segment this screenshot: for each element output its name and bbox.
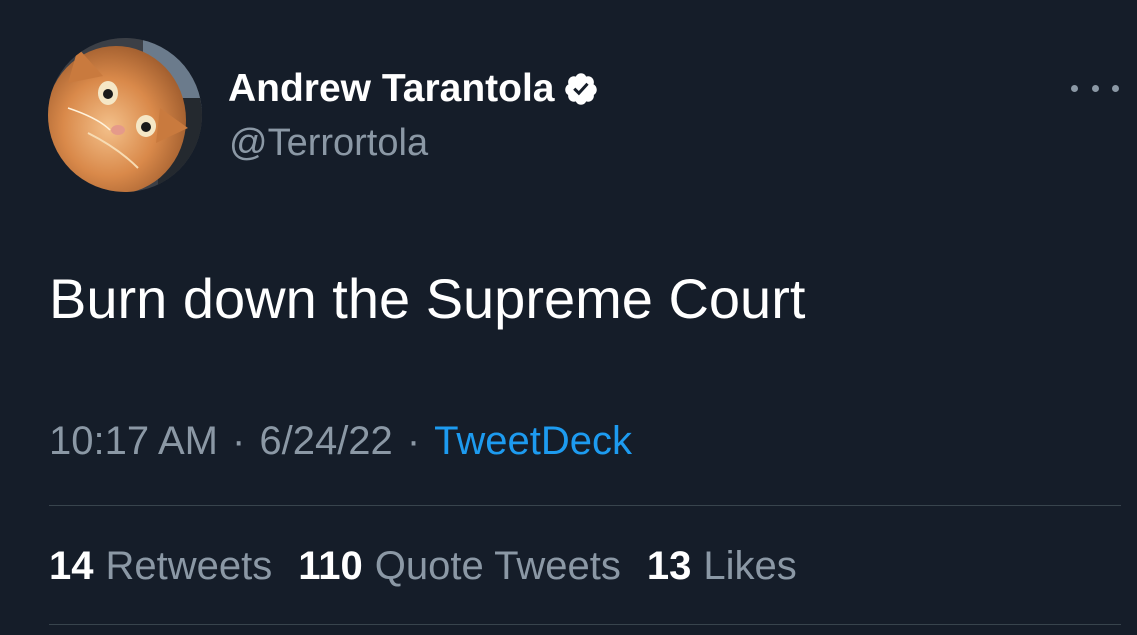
- author-name-row[interactable]: Andrew Tarantola: [228, 66, 599, 112]
- tweet-date[interactable]: 6/24/22: [259, 419, 392, 463]
- more-dot: [1112, 84, 1119, 92]
- orange-cat-avatar-icon: [48, 38, 202, 192]
- tweet-text: Burn down the Supreme Court: [49, 267, 806, 330]
- retweets-label: Retweets: [105, 544, 273, 588]
- likes-label: Likes: [703, 544, 797, 588]
- meta-separator: ·: [406, 419, 421, 463]
- divider: [49, 624, 1121, 625]
- quote-tweets-count: 110: [298, 544, 363, 588]
- quote-tweets-stat[interactable]: 110 Quote Tweets: [298, 542, 621, 590]
- likes-stat[interactable]: 13 Likes: [647, 542, 797, 590]
- more-dot: [1071, 84, 1078, 92]
- more-options-icon[interactable]: [1071, 78, 1119, 98]
- author-name[interactable]: Andrew Tarantola: [228, 66, 555, 112]
- likes-count: 13: [646, 544, 692, 588]
- tweet-stats: 14 Retweets 110 Quote Tweets 13 Likes: [49, 542, 823, 590]
- more-dot: [1091, 84, 1099, 92]
- tweet-source-link[interactable]: TweetDeck: [434, 419, 632, 463]
- meta-separator: ·: [232, 419, 246, 463]
- tweet-time[interactable]: 10:17 AM: [49, 419, 218, 463]
- tweet-meta: 10:17 AM · 6/24/22 · TweetDeck: [49, 417, 632, 465]
- divider: [49, 505, 1121, 506]
- retweets-stat[interactable]: 14 Retweets: [49, 542, 272, 590]
- avatar[interactable]: [48, 38, 202, 192]
- verified-badge-icon: [564, 73, 597, 105]
- quote-tweets-label: Quote Tweets: [374, 544, 621, 588]
- retweets-count: 14: [49, 544, 94, 588]
- author-handle[interactable]: @Terrortola: [229, 120, 428, 166]
